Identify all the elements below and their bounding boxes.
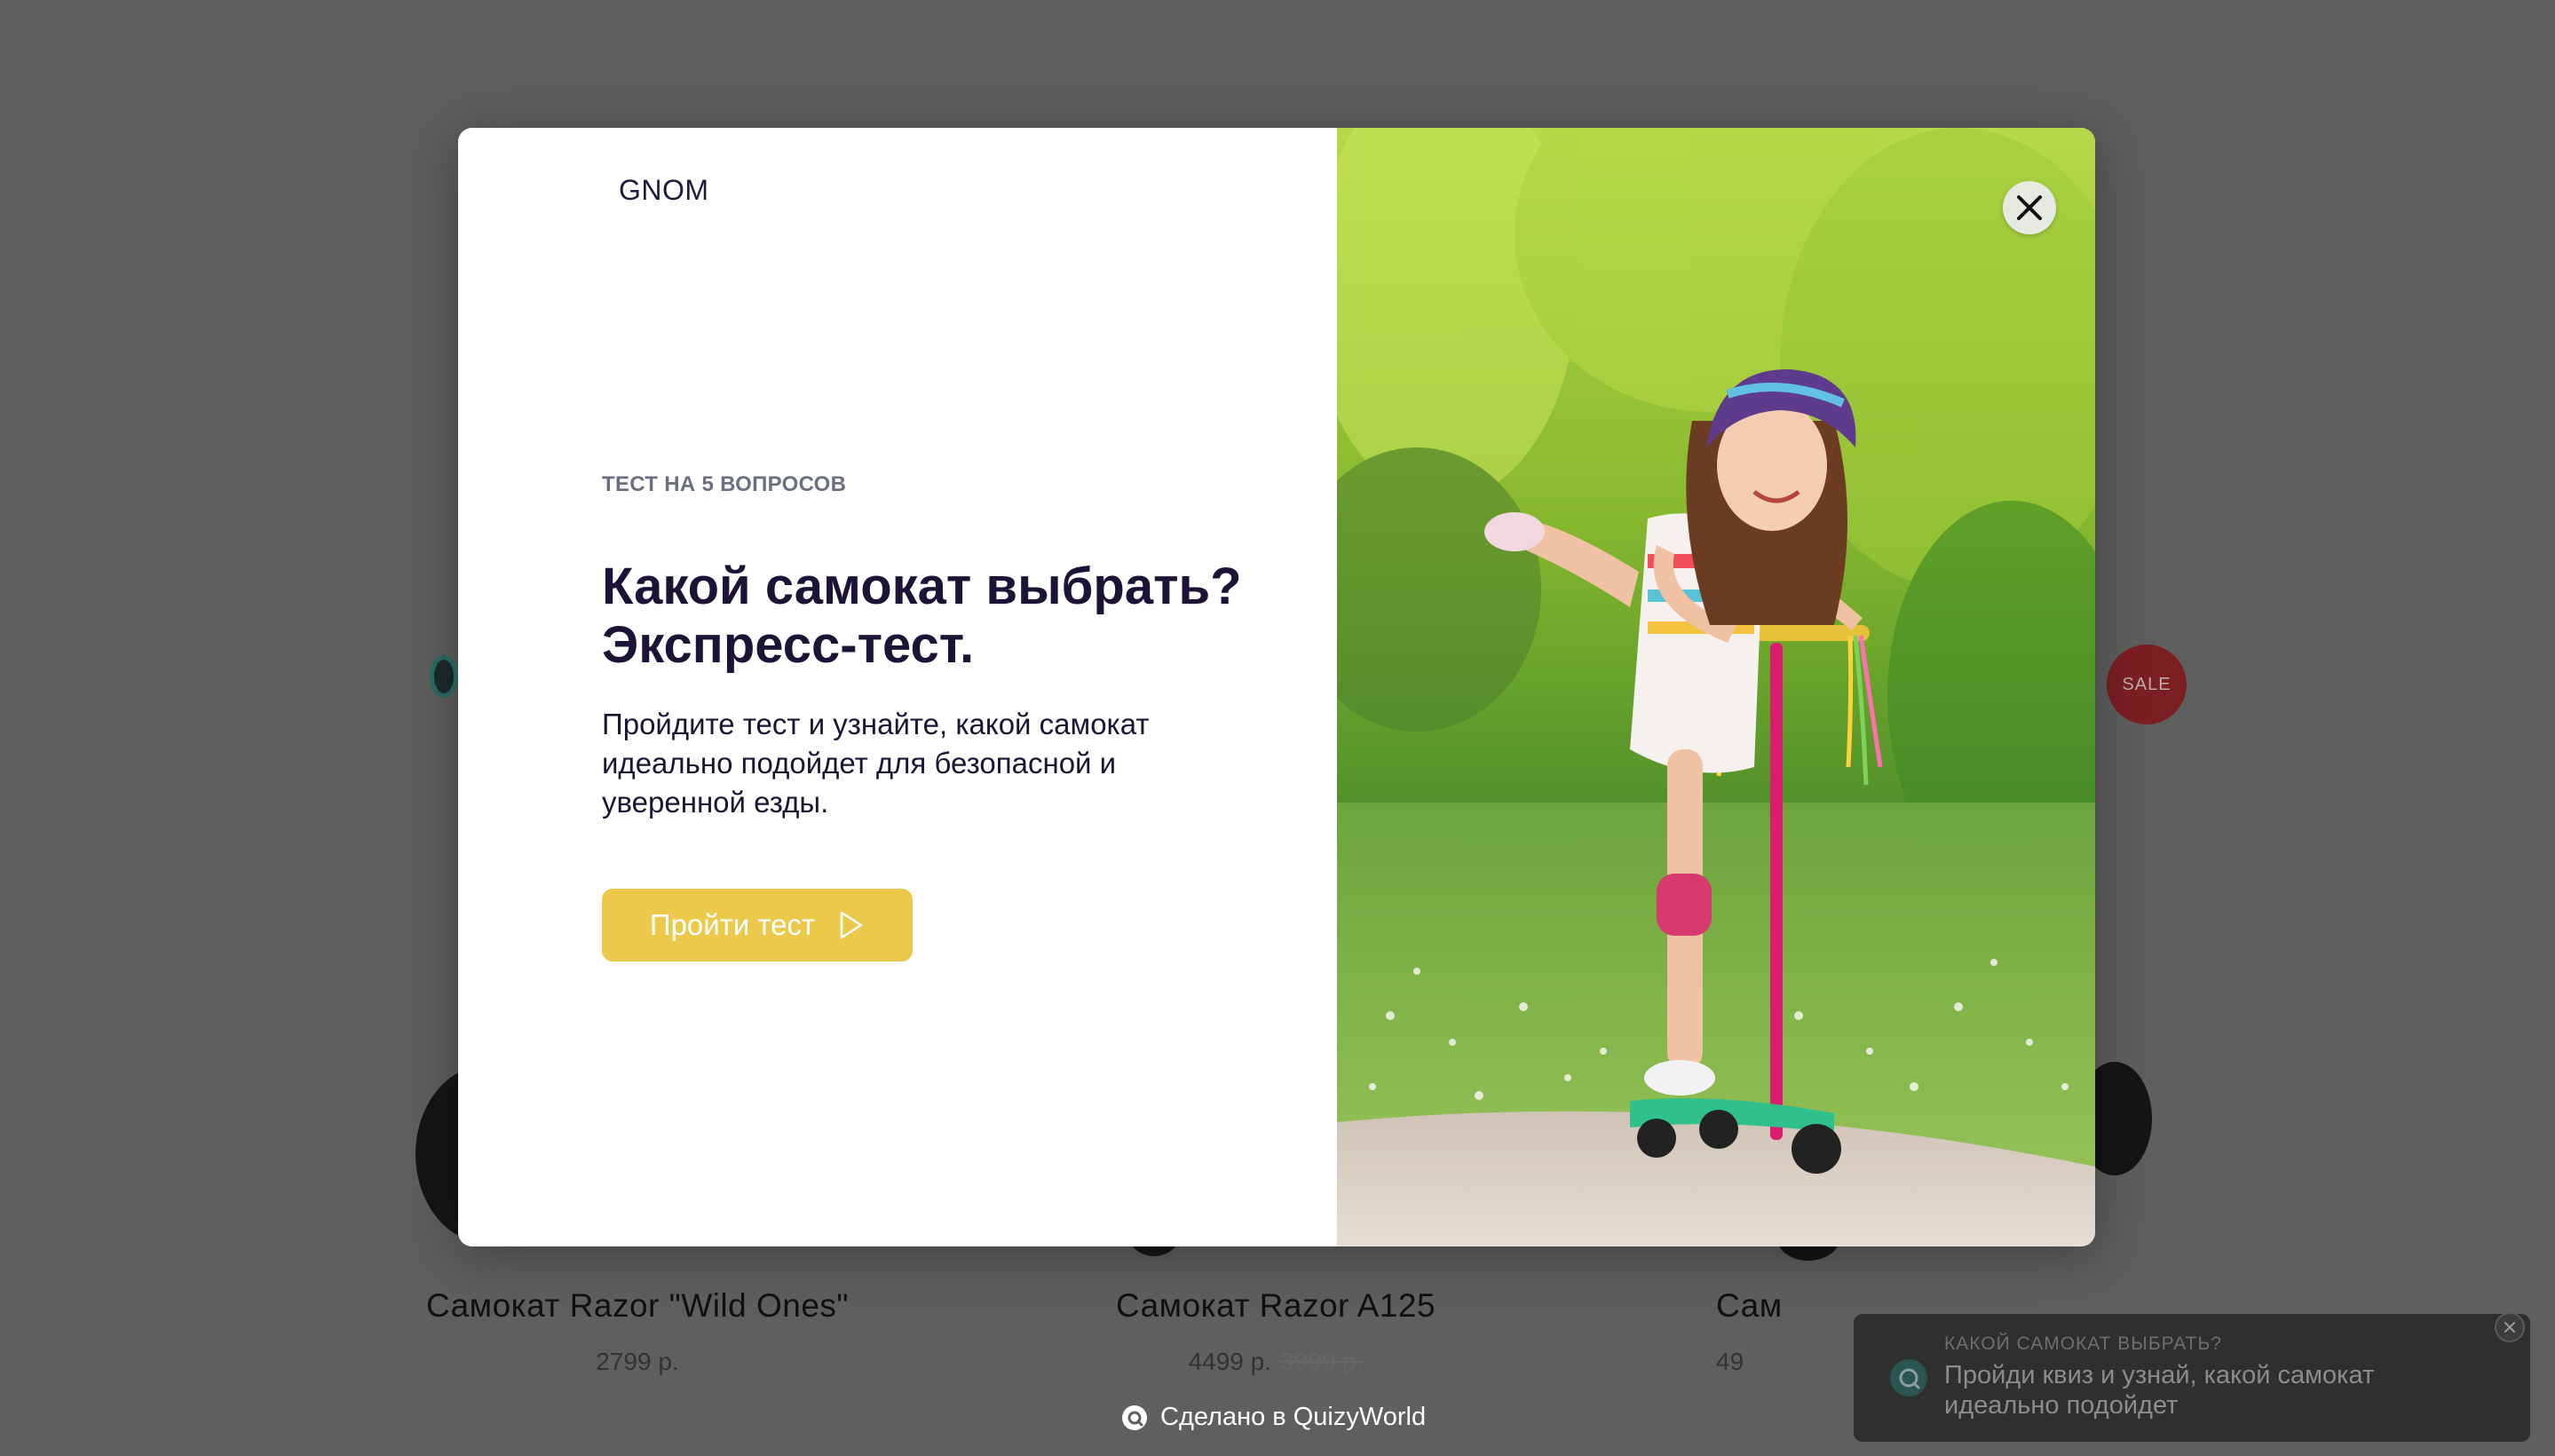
price: 2799 р. [596,1348,679,1375]
start-quiz-button[interactable]: Пройти тест [602,889,913,961]
quizyworld-logo-icon [1122,1405,1147,1430]
toast-close-button[interactable] [2495,1312,2525,1342]
close-icon [2017,195,2042,220]
quiz-eyebrow: ТЕСТ НА 5 ВОПРОСОВ [602,472,847,496]
hero-image [1337,128,2095,1246]
toast-text: Пройди квиз и узнай, какой самокат идеал… [1944,1361,2375,1420]
old-price: 3999 р. [1280,1348,1364,1375]
close-modal-button[interactable] [2003,181,2056,234]
product-price: 4499 р. 3999 р. [1009,1348,1542,1376]
sale-badge: SALE [2107,645,2187,724]
headline-line: Какой самокат выбрать? [602,558,1242,615]
quiz-notification-toast[interactable]: КАКОЙ САМОКАТ ВЫБРАТЬ? Пройди квиз и узн… [1854,1312,2530,1442]
quiz-description: Пройдите тест и узнайте, какой самокат и… [602,708,1150,819]
headline-line: Экспресс-тест. [602,616,975,674]
product-name[interactable]: Самокат Razor A125 [1009,1287,1542,1325]
color-swatch [430,655,458,698]
play-icon [840,911,863,939]
product-name[interactable]: Самокат Razor "Wild Ones" [371,1287,904,1325]
product-price: 2799 р. [371,1348,904,1376]
product-card[interactable]: Самокат Razor "Wild Ones" 2799 р. [371,1287,904,1376]
close-icon [2504,1322,2515,1333]
quiz-image-panel [1337,128,2095,1246]
price: 4499 р. [1188,1348,1271,1375]
brand-logo: GNOM [619,174,709,206]
quiz-intro-panel: GNOM ТЕСТ НА 5 ВОПРОСОВ Какой самокат вы… [458,128,1337,1246]
quizyworld-logo-icon [1890,1359,1927,1397]
price: 49 [1716,1348,1744,1375]
quiz-modal: GNOM ТЕСТ НА 5 ВОПРОСОВ Какой самокат вы… [458,128,2095,1246]
made-with-quizyworld-link[interactable]: Сделано в QuizyWorld [1121,1403,1426,1432]
quiz-headline: Какой самокат выбрать? Экспресс-тест. [602,558,1277,675]
made-with-label: Сделано в QuizyWorld [1160,1403,1427,1431]
toast-title: КАКОЙ САМОКАТ ВЫБРАТЬ? [1944,1333,2222,1354]
product-card[interactable]: Самокат Razor A125 4499 р. 3999 р. [1009,1287,1542,1376]
start-quiz-label: Пройти тест [649,908,816,941]
